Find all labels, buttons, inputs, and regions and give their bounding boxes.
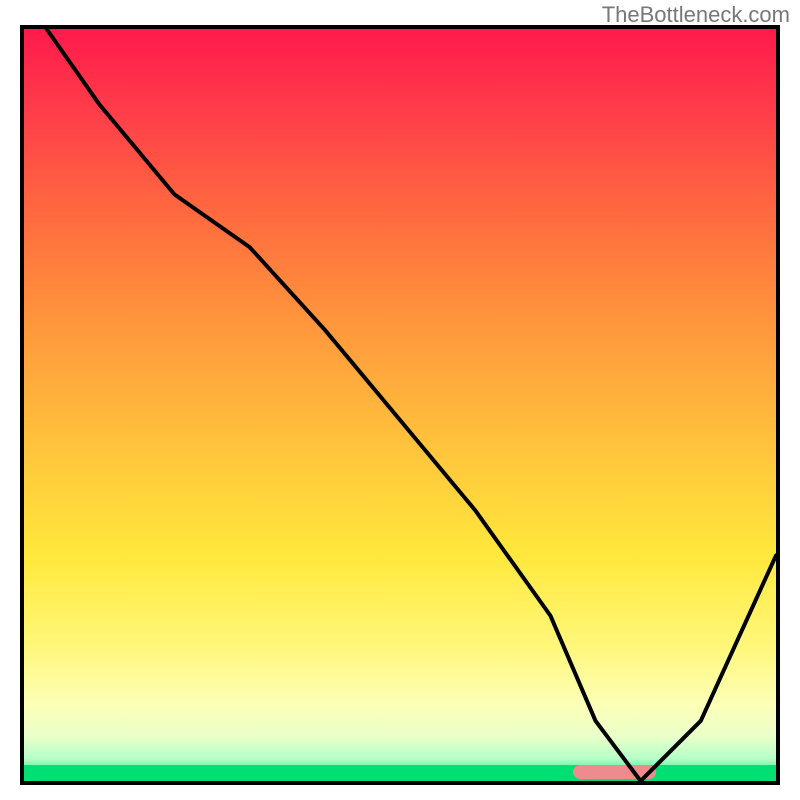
plot-frame <box>20 25 780 785</box>
curve-svg <box>24 29 776 781</box>
bottleneck-curve <box>47 29 776 781</box>
chart-container: TheBottleneck.com <box>0 0 800 800</box>
watermark-text: TheBottleneck.com <box>602 2 790 28</box>
